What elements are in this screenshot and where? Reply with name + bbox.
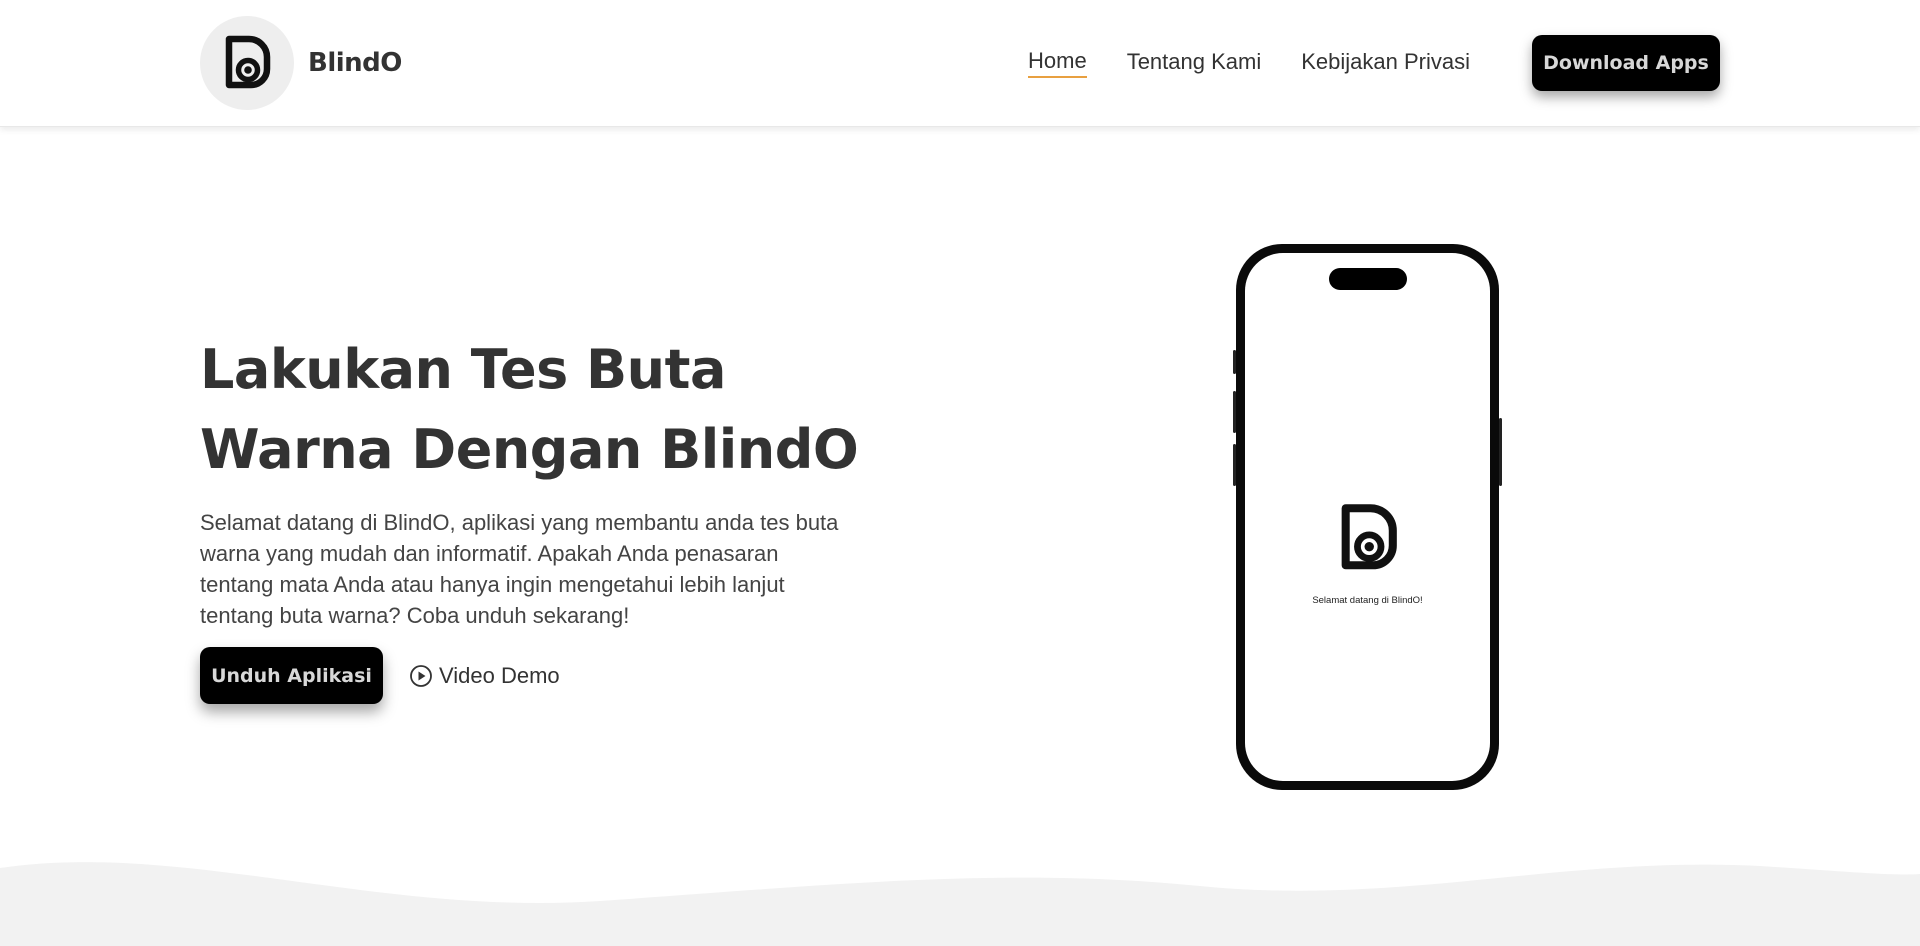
logo-badge xyxy=(200,16,294,110)
blindo-logo-icon xyxy=(225,35,271,89)
nav-tentang-kami[interactable]: Tentang Kami xyxy=(1127,49,1262,77)
phone-side-button xyxy=(1233,391,1236,433)
brand-name: BlindO xyxy=(308,48,402,78)
hero-title-line-2: Warna Dengan BlindO xyxy=(200,418,859,481)
video-demo-label: Video Demo xyxy=(439,663,560,688)
bottom-wave xyxy=(0,862,1920,946)
splash-content: Selamat datang di BlindO! xyxy=(1245,503,1490,606)
phone-mockup: Selamat datang di BlindO! xyxy=(1233,244,1502,790)
hero-title: Lakukan Tes Buta Warna Dengan BlindO xyxy=(200,330,900,490)
hero-description: Selamat datang di BlindO, aplikasi yang … xyxy=(200,510,839,628)
phone-side-button xyxy=(1233,444,1236,486)
site-header: BlindO Home Tentang Kami Kebijakan Priva… xyxy=(0,0,1920,127)
download-apps-button[interactable]: Download Apps xyxy=(1532,35,1720,91)
nav-kebijakan-privasi[interactable]: Kebijakan Privasi xyxy=(1301,49,1470,77)
page: BlindO Home Tentang Kami Kebijakan Priva… xyxy=(0,0,1920,946)
main-nav: Home Tentang Kami Kebijakan Privasi xyxy=(1028,48,1470,78)
play-circle-icon xyxy=(410,665,432,687)
nav-home[interactable]: Home xyxy=(1028,48,1087,78)
video-demo-link[interactable]: Video Demo xyxy=(409,663,560,689)
hero-title-line-1: Lakukan Tes Buta xyxy=(200,338,726,401)
splash-text: Selamat datang di BlindO! xyxy=(1312,595,1423,606)
phone-dynamic-island xyxy=(1328,268,1407,290)
blindo-logo-icon xyxy=(1341,504,1397,570)
phone-screen: Selamat datang di BlindO! xyxy=(1245,253,1490,781)
phone-side-button xyxy=(1233,350,1236,374)
phone-side-button xyxy=(1499,418,1502,486)
unduh-aplikasi-button[interactable]: Unduh Aplikasi xyxy=(200,647,383,704)
brand[interactable]: BlindO xyxy=(200,16,402,110)
